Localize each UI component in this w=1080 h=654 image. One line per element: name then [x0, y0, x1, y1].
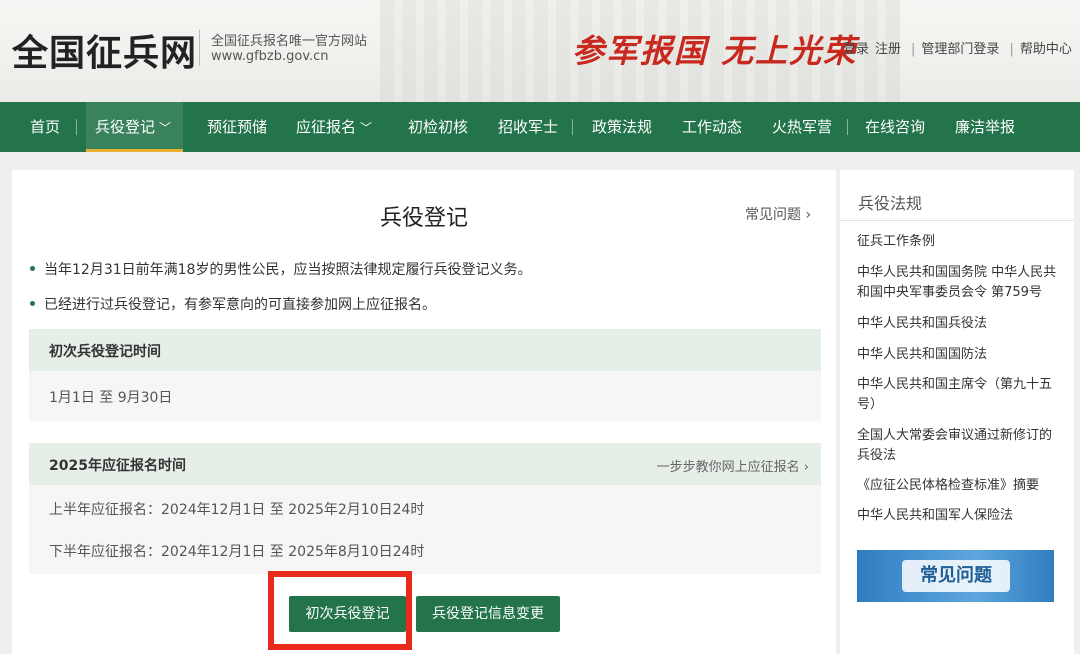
- nav-item-consult[interactable]: 在线咨询: [865, 102, 925, 152]
- register-link[interactable]: 注册: [875, 42, 901, 57]
- bullet-dot-icon: [30, 300, 35, 306]
- sidebar-title: 兵役法规: [858, 194, 923, 213]
- top-links: 登录 注册 | 管理部门登录 | 帮助中心: [843, 38, 1078, 57]
- highlight-box: [268, 571, 412, 650]
- nav-separator: [76, 119, 77, 135]
- admin-login-link[interactable]: 管理部门登录: [921, 42, 999, 57]
- divider: |: [1009, 42, 1014, 57]
- site-subtitle: 全国征兵报名唯一官方网站: [211, 34, 368, 49]
- logo-divider: [199, 30, 200, 66]
- nav-item-report[interactable]: 廉洁举报: [955, 102, 1015, 152]
- bullet-item: 当年12月31日前年满18岁的男性公民，应当按照法律规定履行兵役登记义务。: [30, 259, 531, 279]
- nav-item-pre-enlistment[interactable]: 预征预储: [207, 102, 267, 152]
- enlistment-first-half: 上半年应征报名：2024年12月1日 至 2025年2月10日24时: [49, 502, 425, 518]
- nav-separator: [572, 119, 573, 135]
- sidebar-link[interactable]: 中华人民共和国主席令（第九十五号）: [857, 375, 1063, 415]
- nav-separator: [847, 119, 848, 135]
- sidebar-link[interactable]: 中华人民共和国军人保险法: [857, 506, 1063, 526]
- sidebar-divider: [840, 220, 1074, 221]
- chevron-right-icon: ›: [805, 207, 812, 223]
- main-content: 兵役登记 常见问题 › 当年12月31日前年满18岁的男性公民，应当按照法律规定…: [12, 170, 836, 654]
- nav-item-news[interactable]: 工作动态: [682, 102, 742, 152]
- faq-banner[interactable]: 常见问题: [857, 550, 1054, 602]
- chevron-down-icon: ﹀: [360, 121, 373, 135]
- sidebar-link[interactable]: 中华人民共和国兵役法: [857, 314, 1063, 334]
- site-logo[interactable]: 全国征兵网: [12, 24, 197, 76]
- page-title: 兵役登记: [379, 206, 468, 231]
- main-nav: 首页 兵役登记 ﹀ 预征预储 应征报名 ﹀ 初检初核 招收军士 政策法规 工作动态 …: [0, 102, 1080, 152]
- enlistment-title: 2025年应征报名时间: [49, 458, 186, 474]
- enlistment-second-half: 下半年应征报名：2024年12月1日 至 2025年8月10日24时: [49, 544, 425, 560]
- nav-item-military-registration[interactable]: 兵役登记 ﹀: [86, 102, 183, 152]
- sidebar-link[interactable]: 征兵工作条例: [857, 232, 1063, 252]
- sidebar-link[interactable]: 中华人民共和国国务院 中华人民共和国中央军事委员会令 第759号: [857, 263, 1063, 303]
- site-header: 全国征兵网 全国征兵报名唯一官方网站 www.gfbzb.gov.cn 参军报国…: [0, 0, 1080, 102]
- site-url: www.gfbzb.gov.cn: [211, 49, 329, 64]
- first-registration-header: 初次兵役登记时间: [29, 329, 821, 371]
- faq-link[interactable]: 常见问题 ›: [745, 204, 811, 224]
- help-center-link[interactable]: 帮助中心: [1020, 42, 1072, 57]
- enlistment-header: 2025年应征报名时间 一步步教你网上应征报名 ›: [29, 443, 821, 485]
- faq-banner-label: 常见问题: [902, 560, 1010, 592]
- sidebar-link[interactable]: 《应征公民体格检查标准》摘要: [857, 476, 1063, 496]
- first-registration-title: 初次兵役登记时间: [49, 344, 161, 360]
- nav-item-nco-recruit[interactable]: 招收军士: [498, 102, 558, 152]
- chevron-right-icon: ›: [803, 460, 809, 475]
- slogan-calligraphy: 参军报国 无上光荣: [572, 32, 858, 70]
- divider: |: [911, 42, 916, 57]
- sidebar-link[interactable]: 中华人民共和国国防法: [857, 345, 1063, 365]
- bullet-dot-icon: [30, 265, 35, 271]
- chevron-down-icon: ﹀: [159, 121, 172, 135]
- nav-item-barracks[interactable]: 火热军营: [772, 102, 832, 152]
- registration-change-button[interactable]: 兵役登记信息变更: [416, 596, 560, 632]
- nav-item-home[interactable]: 首页: [30, 102, 60, 152]
- login-link[interactable]: 登录: [843, 42, 869, 57]
- first-registration-body: 1月1日 至 9月30日: [29, 371, 821, 421]
- enlistment-guide-link[interactable]: 一步步教你网上应征报名 ›: [657, 456, 809, 475]
- nav-item-enlistment[interactable]: 应征报名 ﹀: [296, 102, 372, 152]
- sidebar-link[interactable]: 全国人大常委会审议通过新修订的兵役法: [857, 426, 1063, 466]
- nav-item-initial-check[interactable]: 初检初核: [408, 102, 468, 152]
- bullet-item: 已经进行过兵役登记，有参军意向的可直接参加网上应征报名。: [30, 294, 436, 314]
- sidebar: 兵役法规 征兵工作条例 中华人民共和国国务院 中华人民共和国中央军事委员会令 第…: [840, 170, 1074, 654]
- enlistment-body: 上半年应征报名：2024年12月1日 至 2025年2月10日24时 下半年应征…: [29, 485, 821, 574]
- nav-item-policies[interactable]: 政策法规: [592, 102, 652, 152]
- first-registration-range: 1月1日 至 9月30日: [49, 390, 173, 406]
